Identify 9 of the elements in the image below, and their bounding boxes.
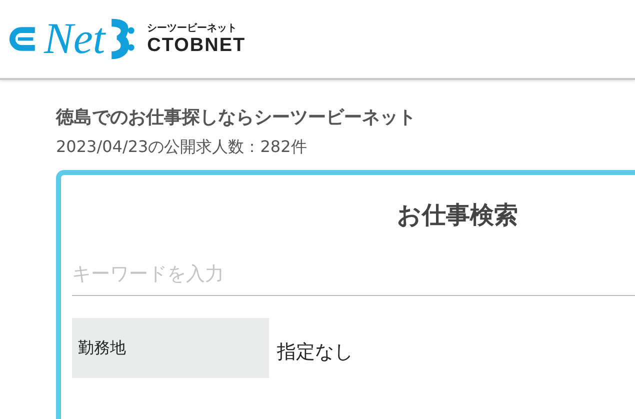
logo-kana: シーツービーネット [147, 22, 238, 35]
field-label: 勤務地 [72, 318, 269, 378]
search-title: お仕事検索 [396, 200, 519, 231]
logo-wordmark: Net [44, 17, 106, 61]
logo-three-icon [109, 16, 136, 62]
location-select[interactable]: 指定なし [277, 331, 353, 365]
job-count: 2023/04/23の公開求人数：282件 [56, 136, 308, 158]
logo-latin: CTOBNET [147, 35, 246, 57]
page-title: 徳島でのお仕事探しならシーツービーネット [56, 106, 417, 130]
